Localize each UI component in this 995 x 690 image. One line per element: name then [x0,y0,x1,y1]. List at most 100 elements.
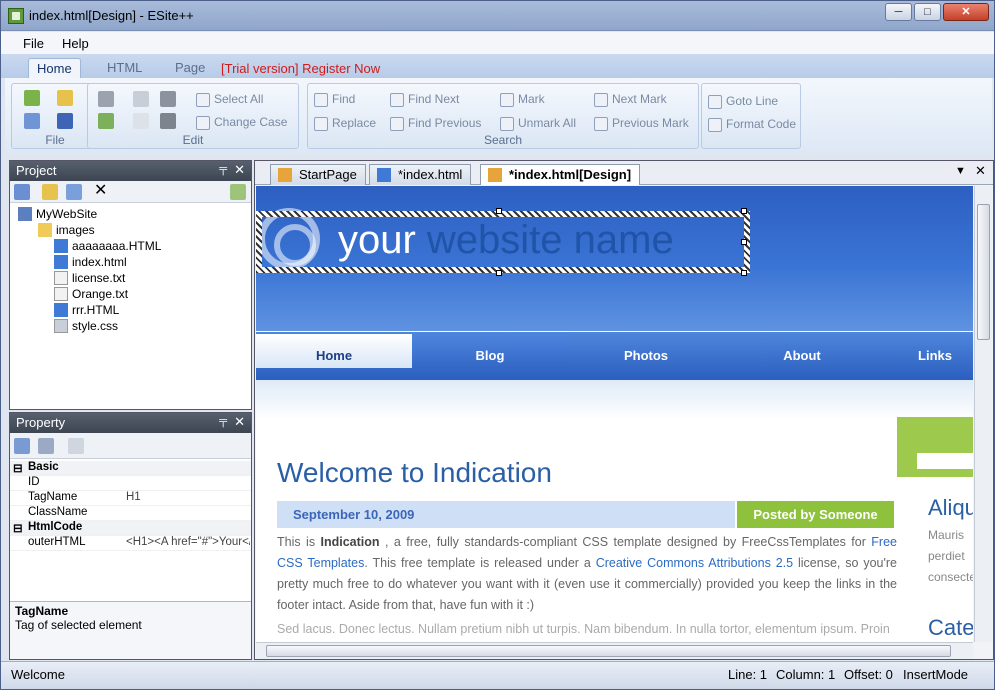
delete-icon[interactable] [160,113,176,129]
post-paragraph-2[interactable]: Sed lacus. Donec lectus. Nullam pretium … [277,622,897,636]
open-file-icon[interactable] [57,90,73,106]
redo-icon[interactable] [98,113,114,129]
project-panel: Project ╤ ✕ ✕ MyWebSite images aaaaaaaa.… [9,160,252,410]
category-basic[interactable]: ⊟ Basic [10,461,251,476]
tab-page[interactable]: Page [167,58,213,78]
vertical-scrollbar[interactable] [974,186,992,642]
design-canvas[interactable]: your website name Home Blog Photos About… [256,186,973,642]
ribbon-tabs: Home HTML Page [1,54,994,78]
resize-handle[interactable] [741,208,747,214]
link-creative-commons[interactable]: Creative Commons Attributions 2.5 [596,556,793,570]
mark-button[interactable]: Mark [500,92,545,110]
close-panel-icon[interactable]: ✕ [234,162,245,178]
nav-about[interactable]: About [724,332,880,380]
property-key: ClassName [28,506,88,518]
post-heading[interactable]: Welcome to Indication [277,457,552,489]
resize-handle[interactable] [741,270,747,276]
property-row-classname[interactable]: ClassName [10,506,251,521]
doc-tab-index[interactable]: *index.html [369,164,472,185]
website-icon [18,207,32,221]
sidebar-heading-2: Cate [928,615,973,640]
undo-icon[interactable] [98,91,114,107]
tree-item-label: Orange.txt [72,287,129,301]
menu-file[interactable]: File [23,36,44,51]
resize-handle[interactable] [741,239,747,245]
tab-html[interactable]: HTML [99,58,150,78]
pin-icon[interactable]: ╤ [219,163,227,175]
sidebar-text: consecte [928,570,973,584]
tree-root[interactable]: MyWebSite [18,207,97,221]
refresh-icon[interactable] [230,184,246,200]
property-row-tagname[interactable]: TagName H1 [10,491,251,506]
categorized-icon[interactable] [14,438,30,454]
sort-alphabetical-icon[interactable] [38,438,54,454]
nav-photos[interactable]: Photos [568,332,724,380]
close-tab-icon[interactable]: ✕ [975,163,986,179]
nav-links[interactable]: Links [880,332,973,380]
new-document-icon[interactable] [24,113,40,129]
close-button[interactable]: ✕ [943,3,989,21]
category-htmlcode[interactable]: ⊟ HtmlCode [10,521,251,536]
doc-tab-design[interactable]: *index.html[Design] [480,164,641,185]
tab-home[interactable]: Home [28,58,81,78]
nav-home[interactable]: Home [256,334,412,368]
pin-icon[interactable]: ╤ [219,415,227,427]
delete-icon[interactable]: ✕ [94,183,110,200]
tree-item-file[interactable]: rrr.HTML [54,303,119,317]
site-sidebar: Aliqu Mauris perdiet consecte Cate [897,417,973,642]
unmark-all-button[interactable]: Unmark All [500,116,576,134]
description-text: Tag of selected element [15,618,142,632]
new-folder-icon[interactable] [42,184,58,200]
post-paragraph[interactable]: This is Indication , a free, fully stand… [277,532,897,616]
new-file-icon[interactable] [24,90,40,106]
tree-item-file[interactable]: index.html [54,255,127,269]
resize-handle[interactable] [496,270,502,276]
format-code-button[interactable]: Format Code [708,117,796,135]
previous-mark-button[interactable]: Previous Mark [594,116,689,134]
scroll-thumb[interactable] [977,204,990,340]
save-icon[interactable] [57,113,73,129]
change-case-button[interactable]: Change Case [196,115,287,133]
horizontal-scrollbar[interactable] [256,642,973,659]
find-label: Find [332,92,356,106]
menu-help[interactable]: Help [62,36,89,51]
find-button[interactable]: Find [314,92,355,110]
close-panel-icon[interactable]: ✕ [234,414,245,430]
tab-list-dropdown-icon[interactable]: ▼ [955,165,966,177]
resize-handle[interactable] [496,208,502,214]
minimize-button[interactable]: ─ [885,3,912,21]
add-file-icon[interactable] [66,184,82,200]
cut-icon[interactable] [160,91,176,107]
project-panel-title: Project [16,163,57,178]
find-next-button[interactable]: Find Next [390,92,459,110]
properties-icon[interactable] [14,184,30,200]
tree-item-file[interactable]: Orange.txt [54,287,128,301]
tree-item-file[interactable]: aaaaaaaa.HTML [54,239,161,253]
select-all-icon [196,92,210,107]
tree-item-file[interactable]: style.css [54,319,118,333]
paste-icon[interactable] [133,91,149,107]
find-previous-button[interactable]: Find Previous [390,116,481,134]
html-file-icon [54,239,68,253]
copy-icon[interactable] [133,113,149,129]
property-row-id[interactable]: ID [10,476,251,491]
scroll-thumb[interactable] [266,645,951,657]
property-pages-icon[interactable] [68,438,84,454]
goto-line-button[interactable]: Goto Line [708,94,778,112]
text-file-icon [54,287,68,301]
next-mark-button[interactable]: Next Mark [594,92,667,110]
property-row-outerhtml[interactable]: outerHTML <H1><A href="#">Your</ [10,536,251,551]
property-key: TagName [28,491,78,503]
tree-item-file[interactable]: license.txt [54,271,125,285]
text-run: This is [277,535,321,549]
replace-button[interactable]: Replace [314,116,376,134]
tree-item-images[interactable]: images [38,223,95,237]
title-bar: index.html[Design] - ESite++ ─ □ ✕ [1,1,994,31]
select-all-button[interactable]: Select All [196,92,263,110]
nav-blog[interactable]: Blog [412,334,568,368]
selection-box[interactable] [256,211,750,273]
doc-tab-startpage[interactable]: StartPage [270,164,366,185]
trial-register-link[interactable]: [Trial version] Register Now [221,61,380,76]
tree-item-label: index.html [72,255,127,269]
maximize-button[interactable]: □ [914,3,941,21]
